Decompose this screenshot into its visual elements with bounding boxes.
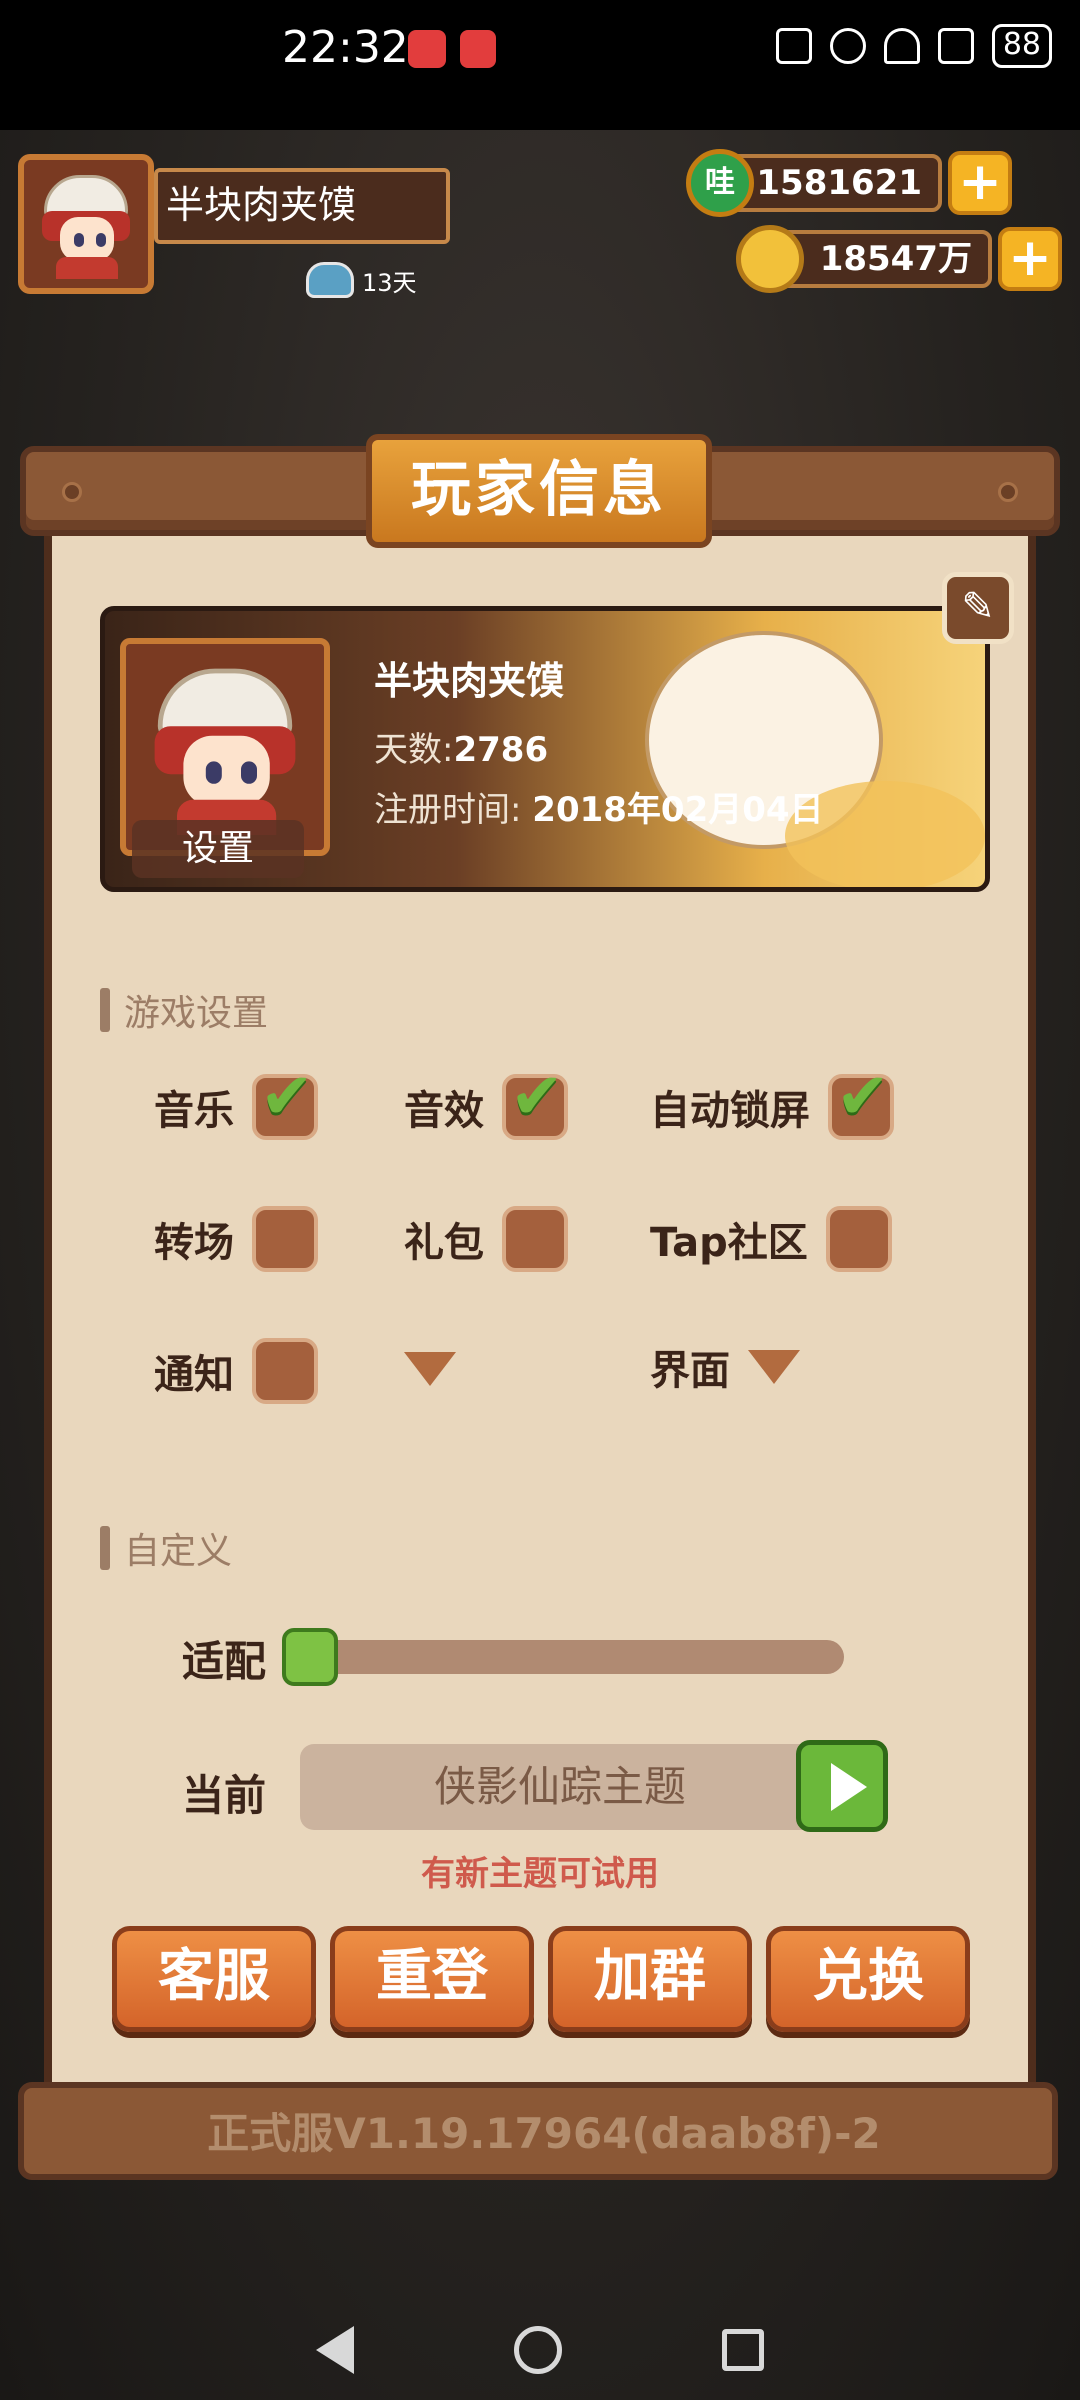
registration-label: 注册时间: (374, 790, 522, 830)
coin-icon (736, 225, 804, 293)
option-auto-lock[interactable]: 自动锁屏 (650, 1060, 894, 1140)
days-badge-label: 13天 (362, 268, 417, 297)
interface-dropdown-arrow-icon[interactable] (748, 1350, 800, 1384)
option-tap-community[interactable]: Tap社区 (650, 1206, 892, 1272)
edit-icon[interactable]: ✎ (942, 572, 1014, 644)
days-value: 2786 (453, 730, 549, 770)
transition-checkbox[interactable] (252, 1206, 318, 1272)
game-settings-header: 游戏设置 (100, 984, 268, 1036)
bowl-icon (306, 262, 354, 298)
version-text: 正式服V1.19.17964(daab8f)-2 (207, 2109, 881, 2158)
profile-name: 半块肉夹馍 (374, 659, 565, 703)
player-avatar[interactable] (18, 154, 154, 294)
option-transition[interactable]: 转场 (154, 1206, 318, 1272)
battery-indicator: 88 (991, 24, 1052, 68)
alarm-icon (829, 28, 866, 64)
add-jade-button[interactable]: + (948, 151, 1012, 215)
status-bar: 22:32 88 (0, 0, 1080, 130)
current-theme-label: 当前 (182, 1771, 267, 1820)
option-unlabeled-dropdown[interactable] (404, 1352, 456, 1386)
version-beam: 正式服V1.19.17964(daab8f)-2 (18, 2082, 1058, 2180)
fit-label: 适配 (182, 1637, 267, 1686)
option-label: 礼包 (404, 1220, 484, 1266)
play-icon[interactable] (796, 1740, 888, 1832)
game-settings-title: 游戏设置 (124, 993, 269, 1034)
status-icons: 88 (775, 24, 1052, 68)
back-icon[interactable] (316, 2326, 354, 2374)
avatar-settings-button[interactable]: 设置 (132, 820, 304, 878)
gift-checkbox[interactable] (502, 1206, 568, 1272)
avatar-character-icon (38, 169, 134, 279)
option-label: 自动锁屏 (650, 1088, 810, 1134)
profile-character-icon (148, 659, 302, 835)
notification-checkbox[interactable] (252, 1338, 318, 1404)
navigation-bar (0, 2300, 1080, 2400)
option-label: Tap社区 (650, 1220, 808, 1266)
clock: 22:32 (282, 22, 409, 73)
option-sound-effects[interactable]: 音效 (404, 1060, 568, 1140)
music-checkbox[interactable] (252, 1060, 318, 1140)
option-label: 音乐 (154, 1088, 234, 1134)
join-group-button[interactable]: 加群 (548, 1926, 752, 2032)
option-label: 通知 (154, 1352, 234, 1398)
wifi-icon (883, 28, 920, 64)
current-theme-field[interactable]: 侠影仙踪主题 (300, 1744, 820, 1830)
registration-row: 注册时间: 2018年02月04日 (374, 782, 824, 831)
recents-icon[interactable] (722, 2329, 764, 2371)
option-gift[interactable]: 礼包 (404, 1206, 568, 1272)
coin-resource: 18547万 + (736, 225, 1066, 293)
add-coin-button[interactable]: + (998, 227, 1062, 291)
new-theme-hint: 有新主题可试用 (421, 1854, 659, 1894)
fit-slider-track[interactable] (300, 1640, 844, 1674)
option-label: 音效 (404, 1088, 484, 1134)
custom-title: 自定义 (124, 1531, 233, 1572)
dropdown-arrow-icon[interactable] (404, 1352, 456, 1386)
days-label: 天数: (374, 730, 454, 770)
notification-icon (460, 30, 496, 68)
player-name-plate: 半块肉夹馍 (154, 168, 450, 244)
option-notification[interactable]: 通知 (154, 1338, 318, 1404)
option-interface[interactable]: 界面 (650, 1338, 800, 1396)
option-label: 转场 (154, 1220, 234, 1266)
custom-header: 自定义 (100, 1522, 232, 1574)
days-row: 天数:2786 (374, 722, 548, 771)
customer-service-button[interactable]: 客服 (112, 1926, 316, 2032)
auto-lock-checkbox[interactable] (828, 1060, 894, 1140)
option-music[interactable]: 音乐 (154, 1060, 318, 1140)
signal-icon (937, 28, 974, 64)
coin-amount: 18547万 (776, 230, 992, 288)
nfc-icon (775, 28, 812, 64)
fit-slider-handle[interactable] (282, 1628, 338, 1686)
panel-title: 玩家信息 (366, 434, 712, 548)
home-icon[interactable] (514, 2326, 562, 2374)
tap-community-checkbox[interactable] (825, 1206, 892, 1272)
sound-effects-checkbox[interactable] (502, 1060, 568, 1140)
jade-amount: 1581621 (726, 154, 942, 212)
days-badge: 13天 (306, 262, 417, 298)
jade-resource: 哇 1581621 + (686, 149, 1016, 217)
relogin-button[interactable]: 重登 (330, 1926, 534, 2032)
registration-date: 2018年02月04日 (532, 790, 824, 830)
huawei-app-icon (408, 30, 446, 68)
redeem-button[interactable]: 兑换 (766, 1926, 970, 2032)
option-label: 界面 (650, 1348, 730, 1394)
jade-icon: 哇 (686, 149, 754, 217)
